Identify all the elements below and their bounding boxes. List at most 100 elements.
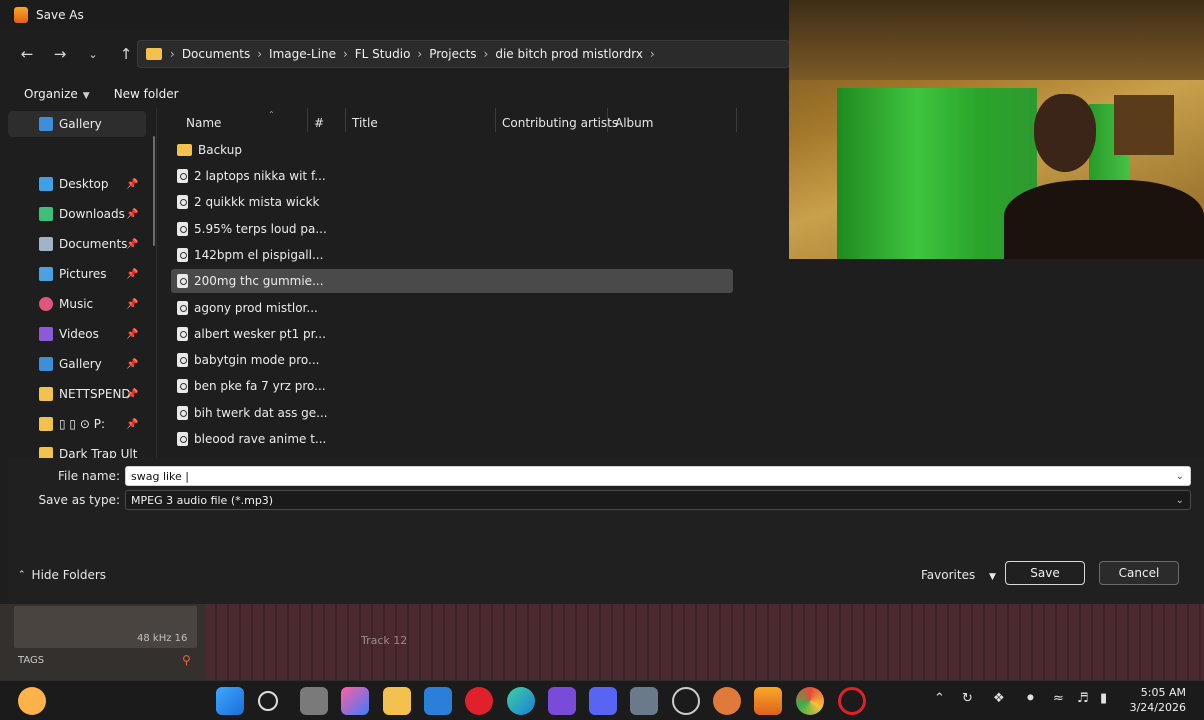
file-name: bleood rave anime t...: [194, 432, 327, 446]
list-item[interactable]: babytgin mode pro...: [171, 348, 733, 372]
speaker-icon[interactable]: ♬: [1077, 691, 1089, 706]
weather-icon[interactable]: [18, 687, 46, 715]
sidebar-item-nettspend[interactable]: NETTSPEND 📌: [8, 381, 146, 407]
microphone-icon[interactable]: ⚫: [1025, 691, 1036, 706]
pin-icon[interactable]: 📌: [126, 359, 138, 370]
sidebar-item-desktop[interactable]: Desktop 📌: [8, 171, 146, 197]
save-type-select[interactable]: MPEG 3 audio file (*.mp3) ⌄: [125, 490, 1191, 510]
audio-file-icon: [177, 327, 188, 341]
list-item[interactable]: 2 quikkk mista wickk: [171, 190, 733, 214]
search-icon[interactable]: ⚲: [182, 653, 191, 667]
list-item[interactable]: bleood rave anime t...: [171, 427, 733, 451]
pin-icon[interactable]: 📌: [126, 389, 138, 400]
task-view-icon[interactable]: [300, 687, 328, 715]
chevron-up-icon[interactable]: ⌃: [934, 691, 945, 706]
app-icon[interactable]: [713, 687, 741, 715]
copilot-icon[interactable]: [341, 687, 369, 715]
opera-gx-icon[interactable]: [838, 687, 866, 715]
column-separator[interactable]: [607, 108, 608, 132]
favorites-button[interactable]: Favorites ▼: [921, 568, 996, 582]
pin-icon[interactable]: 📌: [126, 419, 138, 430]
camera-icon[interactable]: [630, 687, 658, 715]
back-arrow-icon[interactable]: ←: [13, 40, 41, 68]
sidebar-item-dark-trap[interactable]: Dark Trap Ult: [8, 441, 146, 458]
opera-icon[interactable]: [465, 687, 493, 715]
list-item[interactable]: bih twerk dat ass ge...: [171, 401, 733, 425]
clipchamp-icon[interactable]: [548, 687, 576, 715]
obs-icon[interactable]: [672, 687, 700, 715]
file-name-input[interactable]: swag like | ⌄: [125, 466, 1191, 486]
outlook-icon[interactable]: [424, 687, 452, 715]
chevron-down-icon[interactable]: ⌄: [1176, 495, 1184, 506]
chevron-right-icon[interactable]: ›: [417, 47, 422, 61]
pin-icon[interactable]: 📌: [126, 269, 138, 280]
sidebar-item-music[interactable]: Music 📌: [8, 291, 146, 317]
sidebar-item-downloads[interactable]: Downloads 📌: [8, 201, 146, 227]
sidebar-scrollbar[interactable]: [153, 136, 155, 246]
column-separator[interactable]: [345, 108, 346, 132]
sidebar-item-documents[interactable]: Documents 📌: [8, 231, 146, 257]
hide-folders-button[interactable]: ⌃ Hide Folders: [18, 568, 106, 582]
organize-button[interactable]: Organize ▼: [24, 87, 90, 101]
recent-locations-chevron-icon[interactable]: ⌄: [79, 40, 107, 68]
column-separator[interactable]: [736, 108, 737, 132]
pin-icon[interactable]: 📌: [126, 179, 138, 190]
address-bar[interactable]: › Documents › Image-Line › FL Studio › P…: [137, 40, 790, 68]
chevron-right-icon[interactable]: ›: [343, 47, 348, 61]
list-item[interactable]: 142bpm el pispigall...: [171, 243, 733, 267]
column-separator[interactable]: [307, 108, 308, 132]
chevron-down-icon[interactable]: ⌄: [1176, 471, 1184, 482]
breadcrumb-fl-studio[interactable]: FL Studio: [355, 47, 411, 61]
sidebar-item-gallery-pinned[interactable]: Gallery 📌: [8, 351, 146, 377]
file-explorer-icon[interactable]: [383, 687, 411, 715]
list-item[interactable]: ben pke fa 7 yrz pro...: [171, 374, 733, 398]
battery-icon[interactable]: ▮: [1100, 691, 1107, 706]
column-header-album[interactable]: Album: [615, 112, 653, 134]
breadcrumb-documents[interactable]: Documents: [182, 47, 250, 61]
breadcrumb-projects[interactable]: Projects: [429, 47, 476, 61]
start-icon[interactable]: [216, 687, 244, 715]
chevron-right-icon[interactable]: ›: [484, 47, 489, 61]
sidebar-item-videos[interactable]: Videos 📌: [8, 321, 146, 347]
new-folder-button[interactable]: New folder: [114, 87, 179, 101]
forward-arrow-icon[interactable]: →: [46, 40, 74, 68]
list-item[interactable]: 2 laptops nikka wit f...: [171, 164, 733, 188]
pin-icon[interactable]: 📌: [126, 329, 138, 340]
column-header-contributing-artists[interactable]: Contributing artists: [502, 112, 618, 134]
wifi-icon[interactable]: ≈: [1053, 691, 1064, 706]
cancel-button[interactable]: Cancel: [1099, 561, 1179, 585]
search-icon[interactable]: [258, 691, 278, 711]
save-button[interactable]: Save: [1005, 561, 1085, 585]
audio-file-icon: [177, 248, 188, 262]
pin-icon[interactable]: 📌: [126, 209, 138, 220]
column-header-number[interactable]: #: [314, 112, 324, 134]
dropbox-icon[interactable]: ❖: [993, 691, 1005, 706]
chevron-right-icon[interactable]: ›: [170, 47, 175, 61]
pin-icon[interactable]: 📌: [126, 239, 138, 250]
breadcrumb-image-line[interactable]: Image-Line: [269, 47, 336, 61]
videos-icon: [39, 327, 53, 341]
pin-icon[interactable]: 📌: [126, 299, 138, 310]
fl-studio-icon[interactable]: [754, 687, 782, 715]
folder-icon: [39, 387, 53, 401]
up-arrow-icon[interactable]: ↑: [112, 40, 140, 68]
chevron-right-icon[interactable]: ›: [650, 47, 655, 61]
system-clock[interactable]: 5:05 AM 3/24/2026: [1130, 685, 1186, 715]
sidebar-item-pictures[interactable]: Pictures 📌: [8, 261, 146, 287]
sidebar-item-gallery[interactable]: Gallery: [8, 111, 146, 137]
column-header-title[interactable]: Title: [352, 112, 378, 134]
chrome-icon[interactable]: [796, 687, 824, 715]
list-item[interactable]: 5.95% terps loud pa...: [171, 217, 733, 241]
list-item-folder[interactable]: Backup: [171, 138, 733, 162]
column-header-name[interactable]: Name ⌃: [186, 110, 275, 134]
list-item[interactable]: albert wesker pt1 pr...: [171, 322, 733, 346]
discord-icon[interactable]: [589, 687, 617, 715]
sidebar-item-unnamed-folder[interactable]: ▯ ▯ ⊙ P: 📌: [8, 411, 146, 437]
breadcrumb-current-folder[interactable]: die bitch prod mistlordrx: [495, 47, 643, 61]
column-separator[interactable]: [495, 108, 496, 132]
list-item-selected[interactable]: 200mg thc gummie...: [171, 269, 733, 293]
sync-icon[interactable]: ↻: [962, 691, 973, 706]
chevron-right-icon[interactable]: ›: [257, 47, 262, 61]
edge-icon[interactable]: [507, 687, 535, 715]
list-item[interactable]: agony prod mistlor...: [171, 296, 733, 320]
